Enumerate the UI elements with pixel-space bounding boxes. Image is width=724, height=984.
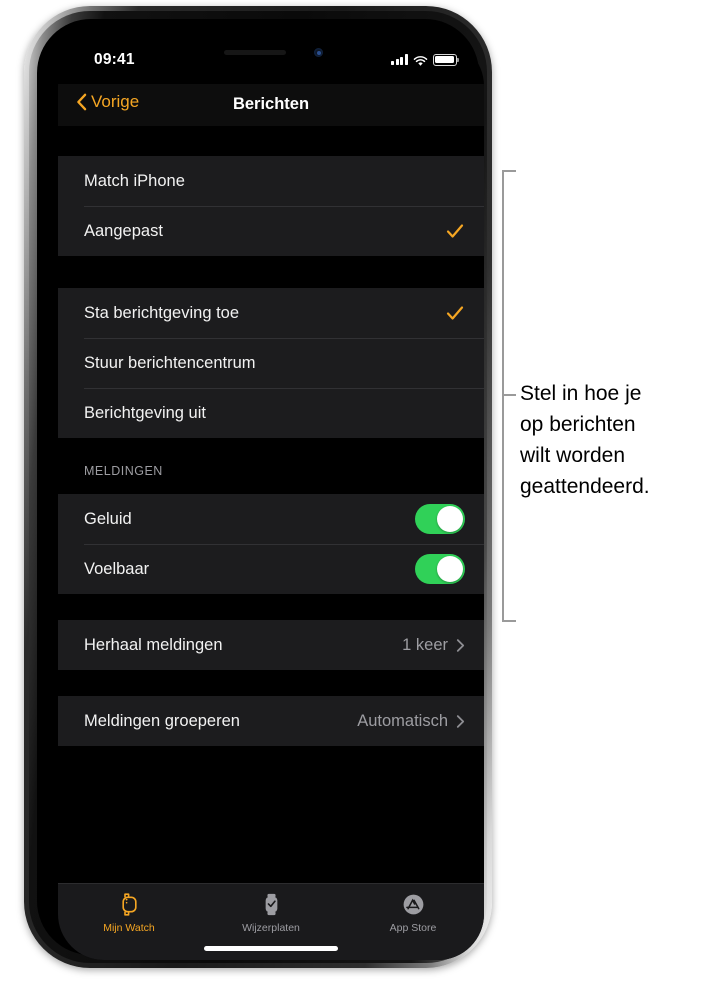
page-title: Berichten	[232, 95, 310, 113]
app-store-icon	[400, 891, 427, 918]
row-voelbaar[interactable]: Voelbaar	[58, 544, 484, 594]
callout-line-1: Stel in hoe je	[520, 382, 642, 405]
section-meldingen: Geluid Voelbaar	[58, 494, 484, 594]
tab-label: App Store	[389, 922, 437, 934]
section-notification-mode: Sta berichtgeving toe Stuur berichtencen…	[58, 288, 484, 438]
row-label: Match iPhone	[84, 171, 185, 190]
battery-icon	[433, 54, 460, 66]
tab-label: Mijn Watch	[103, 922, 155, 934]
status-bar-indicators	[391, 54, 460, 66]
list-top-gap	[58, 126, 484, 156]
tab-mijn-watch[interactable]: Mijn Watch	[58, 884, 200, 960]
row-aangepast[interactable]: Aangepast	[58, 206, 484, 256]
row-sta-berichtgeving-toe[interactable]: Sta berichtgeving toe	[58, 288, 484, 338]
screenshot-root: 09:41 Vorige Berichten Match iPhone Aang…	[0, 0, 724, 984]
row-label: Voelbaar	[84, 559, 150, 578]
row-label: Geluid	[84, 509, 132, 528]
callout-line-2: op berichten	[520, 413, 636, 436]
row-match-iphone[interactable]: Match iPhone	[58, 156, 484, 206]
home-indicator[interactable]	[204, 946, 338, 951]
section-gap-1	[58, 256, 484, 288]
row-label: Aangepast	[84, 221, 163, 240]
row-stuur-berichtencentrum[interactable]: Stuur berichtencentrum	[58, 338, 484, 388]
row-geluid[interactable]: Geluid	[58, 494, 484, 544]
section-meldingen-groeperen: Meldingen groeperen Automatisch	[58, 696, 484, 746]
section-herhaal-meldingen: Herhaal meldingen 1 keer	[58, 620, 484, 670]
row-label: Herhaal meldingen	[84, 635, 223, 654]
callout-line-3: wilt worden	[520, 444, 626, 467]
callout-bracket	[502, 170, 516, 622]
row-label: Stuur berichtencentrum	[84, 353, 256, 372]
toggle-knob	[436, 505, 463, 533]
checkmark-icon	[445, 303, 465, 323]
callout-text: Stel in hoe je op berichten wilt worden …	[520, 378, 720, 502]
device-bezel: 09:41 Vorige Berichten Match iPhone Aang…	[37, 19, 484, 960]
list-bottom-gap	[58, 746, 484, 770]
navigation-bar: Vorige Berichten	[58, 84, 484, 126]
geluid-toggle[interactable]	[415, 504, 465, 534]
watch-clock-icon	[258, 891, 285, 918]
settings-list[interactable]: Match iPhone Aangepast Sta berichtgeving…	[58, 126, 484, 884]
row-meldingen-groeperen[interactable]: Meldingen groeperen Automatisch	[58, 696, 484, 746]
chevron-right-icon	[456, 638, 465, 653]
section-gap-3	[58, 670, 484, 696]
cellular-signal-icon	[391, 54, 408, 66]
front-camera-icon	[314, 48, 323, 57]
watch-face-outline-icon	[116, 891, 143, 918]
toggle-knob	[436, 555, 463, 583]
row-herhaal-meldingen[interactable]: Herhaal meldingen 1 keer	[58, 620, 484, 670]
callout-leader-line	[504, 394, 516, 396]
wifi-icon	[413, 54, 428, 66]
section-header-meldingen: MELDINGEN	[58, 438, 484, 494]
section-alert-source: Match iPhone Aangepast	[58, 156, 484, 256]
row-label: Berichtgeving uit	[84, 403, 206, 422]
status-bar-time: 09:41	[94, 51, 135, 68]
row-value: 1 keer	[402, 635, 448, 654]
iphone-device-frame: 09:41 Vorige Berichten Match iPhone Aang…	[24, 6, 492, 968]
checkmark-icon	[445, 221, 465, 241]
row-label: Sta berichtgeving toe	[84, 303, 240, 322]
earpiece-speaker-icon	[224, 50, 286, 55]
voelbaar-toggle[interactable]	[415, 554, 465, 584]
callout-line-4: geattendeerd.	[520, 475, 650, 498]
row-label: Meldingen groeperen	[84, 711, 240, 730]
device-screen: 09:41 Vorige Berichten Match iPhone Aang…	[58, 40, 484, 960]
notch	[181, 40, 361, 67]
chevron-right-icon	[456, 714, 465, 729]
tab-label: Wijzerplaten	[242, 922, 300, 934]
row-berichtgeving-uit[interactable]: Berichtgeving uit	[58, 388, 484, 438]
row-value: Automatisch	[357, 711, 448, 730]
tab-app-store[interactable]: App Store	[342, 884, 484, 960]
section-gap-2	[58, 594, 484, 620]
